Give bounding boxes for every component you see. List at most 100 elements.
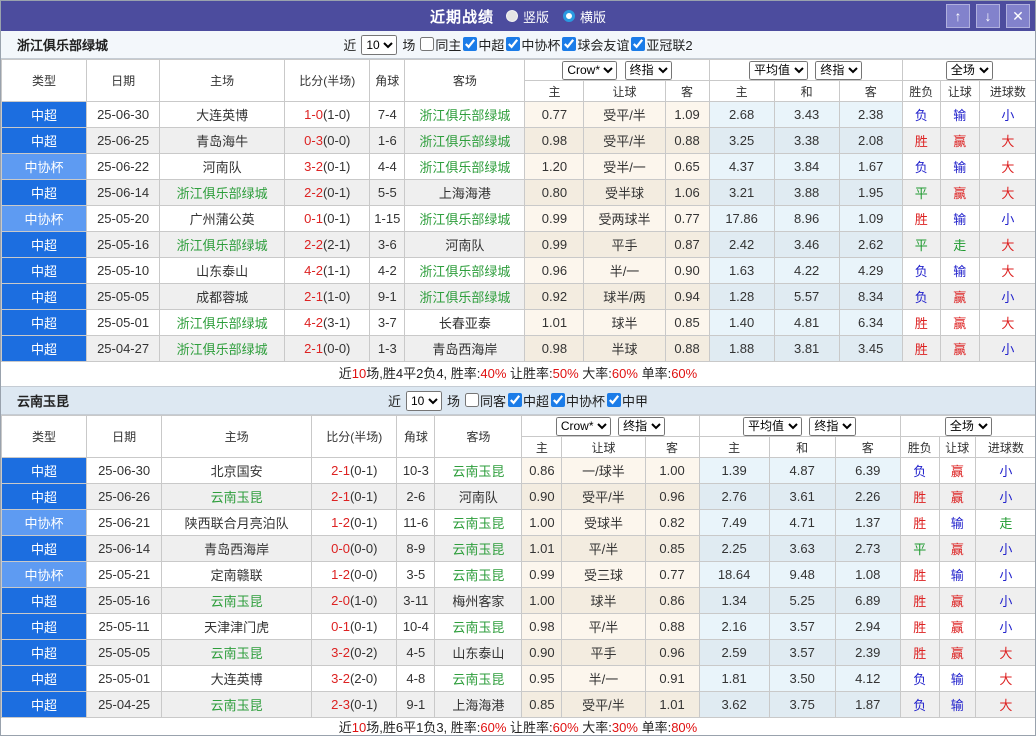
- recent-count-select[interactable]: 10: [361, 34, 398, 55]
- checkbox-input[interactable]: [464, 393, 479, 408]
- result-wdl: 负: [899, 691, 940, 718]
- match-row: 中协杯 25-06-21 陕西联合月亮泊队 1-2(0-1) 11-6 云南玉昆 1.00 受…: [1, 509, 1035, 536]
- checkbox-input[interactable]: [463, 37, 478, 52]
- avg-time-select[interactable]: 终指: [815, 60, 863, 80]
- avg-draw-odds: 3.88: [773, 179, 840, 206]
- move-up-button[interactable]: ↑: [946, 4, 970, 28]
- handicap-line: 平手: [561, 639, 646, 666]
- filter-checkbox-中超[interactable]: 中超: [508, 391, 549, 410]
- fulltime-score: 0-1: [331, 619, 350, 634]
- move-down-button[interactable]: ↓: [976, 4, 1000, 28]
- summary-stat-value: 10: [351, 720, 367, 735]
- odds-home: 0.90: [521, 483, 563, 510]
- checkbox-input[interactable]: [551, 393, 566, 408]
- checkbox-input[interactable]: [506, 37, 521, 52]
- fulltime-score: 2-3: [331, 697, 350, 712]
- avg-home-odds: 2.25: [698, 535, 770, 562]
- sub-header-odds-away: 客: [644, 436, 700, 458]
- match-date: 25-06-22: [86, 153, 161, 180]
- match-date: 25-06-30: [86, 457, 163, 484]
- halftime-score: (0-0): [322, 341, 351, 356]
- filter-checkbox-同客[interactable]: 同客: [464, 391, 506, 410]
- avg-draw-odds: 4.71: [768, 509, 836, 536]
- avg-source-select[interactable]: 平均值: [743, 416, 802, 436]
- filter-checkbox-亚冠联2[interactable]: 亚冠联2: [631, 35, 693, 54]
- score: 2-1(0-0): [284, 335, 371, 362]
- home-team: 云南玉昆: [161, 639, 313, 666]
- filter-checkbox-中甲[interactable]: 中甲: [607, 391, 648, 410]
- match-date: 25-04-25: [86, 691, 163, 718]
- filter-checkbox-中协杯[interactable]: 中协杯: [551, 391, 605, 410]
- checkbox-input[interactable]: [562, 37, 577, 52]
- league-type-badge: 中协杯: [1, 205, 88, 232]
- checkbox-input[interactable]: [631, 37, 646, 52]
- filter-checkbox-中超[interactable]: 中超: [463, 35, 504, 54]
- result-handicap: 赢: [939, 309, 980, 336]
- radio-horizontal-view[interactable]: 横版: [563, 7, 606, 26]
- filter-checkbox-中协杯[interactable]: 中协杯: [506, 35, 560, 54]
- summary-text: 场,胜4平2负4, 胜率:: [366, 366, 481, 381]
- odds-source-select[interactable]: Crow*: [555, 416, 611, 436]
- filter-checkbox-球会友谊[interactable]: 球会友谊: [562, 35, 629, 54]
- result-handicap: 赢: [939, 179, 980, 206]
- scope-select[interactable]: 全场: [944, 416, 992, 436]
- league-type-badge: 中超: [1, 101, 88, 128]
- match-row: 中超 25-05-16 云南玉昆 2-0(1-0) 3-11 梅州客家 1.00 球半 0.86…: [1, 587, 1035, 614]
- radio-vertical-view[interactable]: 竖版: [505, 7, 549, 26]
- radio-dot-icon: [505, 10, 518, 22]
- odds-source-select[interactable]: Crow*: [562, 60, 618, 80]
- handicap-line: 半/一: [583, 257, 666, 284]
- arrow-down-icon: ↓: [984, 8, 992, 24]
- match-row: 中超 25-05-16 浙江俱乐部绿城 2-2(2-1) 3-6 河南队 0.99 平手 0.8…: [1, 231, 1035, 258]
- halftime-score: (2-1): [322, 237, 351, 252]
- match-date: 25-05-10: [86, 257, 161, 284]
- odds-home: 0.99: [524, 205, 585, 232]
- odds-time-select[interactable]: 终指: [624, 60, 672, 80]
- odds-away: 0.82: [644, 509, 700, 536]
- checkbox-input[interactable]: [420, 37, 435, 52]
- avg-home-odds: 2.68: [708, 101, 775, 128]
- corner-score: 9-1: [369, 283, 406, 310]
- result-goals: 大: [978, 153, 1035, 180]
- section-header-team2: 云南玉昆 近 10 场 同客 中超 中协杯 中甲: [1, 387, 1035, 415]
- avg-away-odds: 6.89: [834, 587, 901, 614]
- match-row: 中协杯 25-05-20 广州蒲公英 0-1(0-1) 1-15 浙江俱乐部绿城 0.99 受…: [1, 205, 1035, 232]
- checkbox-input[interactable]: [508, 393, 522, 408]
- home-team: 青岛西海岸: [161, 535, 313, 562]
- handicap-line: 受平/半: [561, 691, 646, 718]
- home-team: 浙江俱乐部绿城: [159, 335, 286, 362]
- halftime-score: (1-0): [322, 107, 351, 122]
- handicap-line: 平手: [583, 231, 666, 258]
- avg-home-odds: 2.76: [698, 483, 770, 510]
- avg-source-select[interactable]: 平均值: [748, 60, 808, 80]
- checkbox-input[interactable]: [607, 393, 622, 408]
- summary-stat-value: 50%: [552, 366, 579, 381]
- scope-select[interactable]: 全场: [945, 60, 993, 80]
- col-header-home: 主场: [161, 415, 313, 458]
- summary-text: 大率:: [578, 720, 612, 735]
- avg-time-select[interactable]: 终指: [809, 416, 857, 436]
- avg-home-odds: 1.28: [708, 283, 775, 310]
- result-goals: 大: [978, 127, 1035, 154]
- result-wdl: 负: [901, 153, 941, 180]
- fulltime-score: 3-2: [331, 645, 350, 660]
- match-date: 25-05-11: [86, 613, 163, 640]
- away-team: 浙江俱乐部绿城: [404, 257, 526, 284]
- corner-score: 11-6: [396, 509, 436, 536]
- halftime-score: (1-0): [349, 593, 378, 608]
- odds-time-select[interactable]: 终指: [618, 416, 666, 436]
- match-row: 中超 25-05-05 云南玉昆 3-2(0-2) 4-5 山东泰山 0.90 平手 0.96 2…: [1, 639, 1035, 666]
- away-team: 长春亚泰: [404, 309, 526, 336]
- col-header-corner: 角球: [369, 59, 406, 102]
- result-goals: 大: [978, 231, 1035, 258]
- recent-count-select[interactable]: 10: [405, 390, 442, 411]
- avg-away-odds: 6.39: [834, 457, 901, 484]
- halftime-score: (1-1): [322, 263, 351, 278]
- avg-draw-odds: 3.50: [768, 665, 836, 692]
- result-handicap: 赢: [938, 639, 976, 666]
- close-button[interactable]: ✕: [1006, 4, 1030, 28]
- away-team: 云南玉昆: [434, 561, 523, 588]
- filter-checkbox-同主[interactable]: 同主: [420, 35, 461, 54]
- team2-filter: 近 10 场 同客 中超 中协杯 中甲: [388, 390, 648, 411]
- result-wdl: 负: [901, 283, 941, 310]
